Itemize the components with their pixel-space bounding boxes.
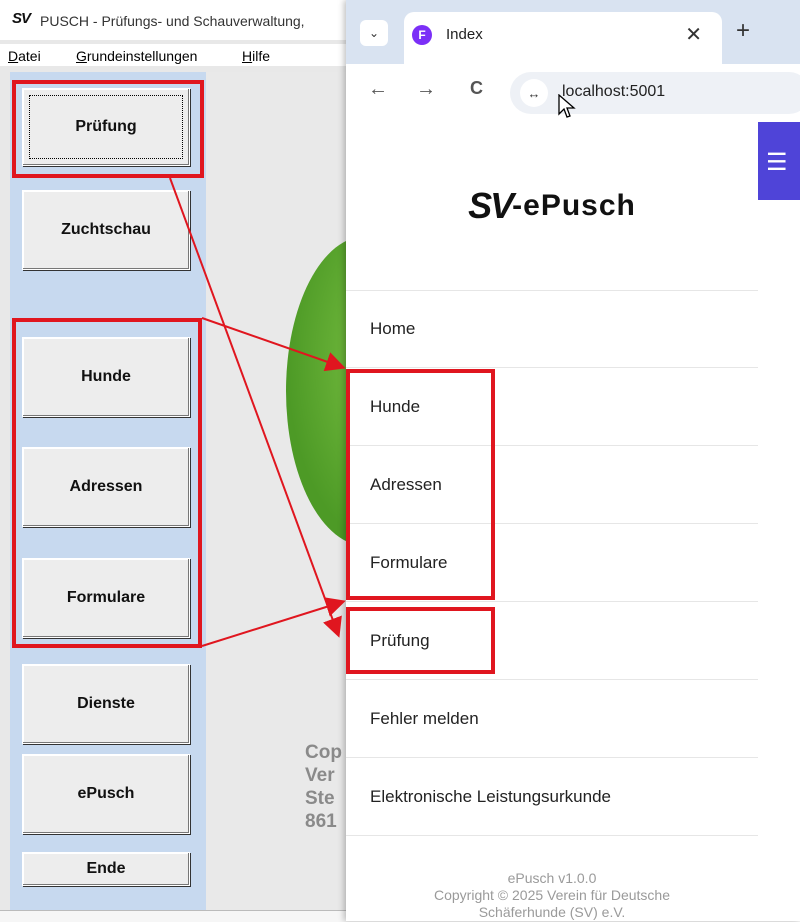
footer-version: ePusch v1.0.0 xyxy=(507,870,597,886)
nav-item-home[interactable]: Home xyxy=(346,290,758,368)
zuchtschau-button[interactable]: Zuchtschau xyxy=(22,190,190,270)
legacy-menubar: Datei Grundeinstellungen Hilfe xyxy=(0,44,360,66)
back-icon[interactable]: ← xyxy=(368,78,388,101)
menu-datei-rest: atei xyxy=(18,48,41,64)
dienste-button[interactable]: Dienste xyxy=(22,664,190,744)
brand-logo: SV -ePusch xyxy=(346,122,758,291)
menu-grundeinstellungen[interactable]: Grundeinstellungen xyxy=(76,48,197,64)
highlight-web-group xyxy=(346,369,495,600)
hamburger-menu-icon[interactable]: ☰ xyxy=(766,148,788,177)
ende-button[interactable]: Ende xyxy=(22,852,190,886)
highlight-web-pruefung xyxy=(346,607,495,674)
legacy-window-title: PUSCH - Prüfungs- und Schauverwaltung, xyxy=(40,13,305,29)
mouse-cursor-icon xyxy=(558,94,576,118)
epusch-button[interactable]: ePusch xyxy=(22,754,190,834)
tune-icon[interactable]: ↔ xyxy=(520,79,548,107)
sv-logo-icon: SV xyxy=(12,10,31,27)
reload-icon[interactable]: C xyxy=(470,78,483,99)
tab-search-dropdown[interactable]: ⌄ xyxy=(360,20,388,46)
nav-item-leistungsurkunde[interactable]: Elektronische Leistungsurkunde xyxy=(346,758,758,836)
url-text: localhost:5001 xyxy=(562,83,666,100)
address-bar[interactable]: ↔ localhost:5001 xyxy=(510,72,800,114)
background-text-line: Ver xyxy=(305,765,335,786)
background-text-line: Cop xyxy=(305,742,342,763)
highlight-legacy-group xyxy=(12,318,202,648)
background-text-line: Ste xyxy=(305,788,335,809)
legacy-titlebar: SV PUSCH - Prüfungs- und Schauverwaltung… xyxy=(0,0,360,40)
close-icon[interactable]: ✕ xyxy=(685,22,702,47)
chevron-down-icon: ⌄ xyxy=(368,26,380,40)
tab-strip: ⌄ F Index ✕ + xyxy=(346,0,800,64)
brand-name: -ePusch xyxy=(512,189,636,222)
tab-index[interactable]: F Index ✕ xyxy=(404,12,722,64)
background-text-line: 861 xyxy=(305,811,337,832)
tab-title: Index xyxy=(446,26,483,43)
footer-copyright: Copyright © 2025 Verein für Deutsche xyxy=(433,887,670,903)
footer-copyright-org: Schäferhunde (SV) e.V. xyxy=(478,904,626,920)
highlight-pruefung xyxy=(12,80,204,178)
forward-icon[interactable]: → xyxy=(416,78,436,101)
favicon-icon: F xyxy=(412,25,432,45)
brand-sv: SV xyxy=(468,185,514,226)
menu-hilfe[interactable]: Hilfe xyxy=(242,48,270,64)
menu-datei[interactable]: Datei xyxy=(8,48,41,64)
footer: ePusch v1.0.0 Copyright © 2025 Verein fü… xyxy=(346,870,758,921)
nav-item-fehler-melden[interactable]: Fehler melden xyxy=(346,680,758,758)
new-tab-button[interactable]: + xyxy=(736,17,750,45)
